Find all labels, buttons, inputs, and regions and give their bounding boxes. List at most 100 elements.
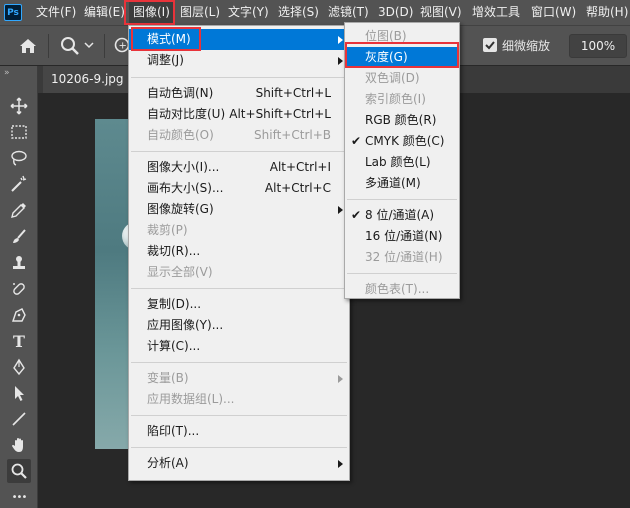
submenu-item-label: 多通道(M): [365, 176, 421, 190]
magic-wand-icon[interactable]: [7, 172, 31, 196]
menu-0[interactable]: 文件(F): [36, 0, 76, 25]
mode-submenu-item: 颜色表(T)...: [345, 279, 459, 300]
menu-9[interactable]: 增效工具: [472, 0, 520, 25]
home-icon[interactable]: [18, 36, 38, 56]
menu-item-shortcut: Shift+Ctrl+L: [255, 86, 331, 100]
menu-item-label: 自动颜色(O): [147, 128, 214, 142]
mode-submenu-item[interactable]: 16 位/通道(N): [345, 226, 459, 247]
scrubby-zoom-checkbox[interactable]: [483, 38, 497, 52]
menu-item-label: 自动色调(N): [147, 86, 214, 100]
image-menu-item[interactable]: 调整(J): [129, 50, 349, 71]
menu-item-label: 裁剪(P): [147, 223, 188, 237]
tools-panel: » T •••: [0, 66, 38, 508]
lasso-tool-icon[interactable]: [7, 146, 31, 170]
image-menu-item[interactable]: 图像旋转(G): [129, 199, 349, 220]
image-menu-item[interactable]: 图像大小(I)... Alt+Ctrl+I: [129, 157, 349, 178]
menu-separator: [131, 151, 347, 152]
submenu-arrow-icon: [338, 460, 343, 468]
mode-submenu-item[interactable]: ✔ CMYK 颜色(C): [345, 131, 459, 152]
zoom-tool-preset-icon[interactable]: [60, 36, 80, 56]
collapse-panel-icon[interactable]: »: [4, 68, 10, 78]
menu-5[interactable]: 选择(S): [278, 0, 319, 25]
menu-item-label: 应用图像(Y)...: [147, 318, 224, 332]
eyedropper-icon[interactable]: [7, 198, 31, 222]
submenu-item-label: 16 位/通道(N): [365, 229, 443, 243]
submenu-item-label: 8 位/通道(A): [365, 208, 435, 222]
image-menu-item[interactable]: 裁切(R)...: [129, 241, 349, 262]
menu-item-label: 自动对比度(U): [147, 107, 226, 121]
image-menu-item: 显示全部(V): [129, 262, 349, 283]
menu-3[interactable]: 图层(L): [180, 0, 220, 25]
marquee-tool-icon[interactable]: [7, 120, 31, 144]
chevron-down-icon[interactable]: [84, 40, 94, 50]
menu-1[interactable]: 编辑(E): [84, 0, 125, 25]
menu-item-label: 调整(J): [147, 53, 184, 67]
image-menu-item[interactable]: 计算(C)...: [129, 336, 349, 357]
hand-tool-icon[interactable]: [7, 433, 31, 457]
move-tool-icon[interactable]: [7, 94, 31, 118]
healing-icon[interactable]: [7, 277, 31, 301]
mode-submenu-item[interactable]: ✔ 8 位/通道(A): [345, 205, 459, 226]
mode-submenu-item: 双色调(D): [345, 68, 459, 89]
menu-separator: [131, 362, 347, 363]
image-menu-item[interactable]: 分析(A): [129, 453, 349, 474]
line-tool-icon[interactable]: [7, 407, 31, 431]
menu-separator: [131, 288, 347, 289]
menu-4[interactable]: 文字(Y): [228, 0, 269, 25]
menu-item-label: 分析(A): [147, 456, 189, 470]
zoom-in-icon[interactable]: +: [113, 36, 129, 56]
menu-item-label: 显示全部(V): [147, 265, 213, 279]
brush-icon[interactable]: [7, 225, 31, 249]
menu-11[interactable]: 帮助(H): [586, 0, 628, 25]
mode-submenu-item[interactable]: Lab 颜色(L): [345, 152, 459, 173]
mode-submenu-item[interactable]: 多通道(M): [345, 173, 459, 194]
type-tool-icon[interactable]: T: [7, 329, 31, 353]
image-menu-item[interactable]: 自动对比度(U) Alt+Shift+Ctrl+L: [129, 104, 349, 125]
menu-item-label: 复制(D)...: [147, 297, 202, 311]
submenu-arrow-icon: [338, 206, 343, 214]
image-menu-item[interactable]: 画布大小(S)... Alt+Ctrl+C: [129, 178, 349, 199]
image-menu-item[interactable]: 自动色调(N) Shift+Ctrl+L: [129, 83, 349, 104]
zoom-tool-icon[interactable]: [7, 459, 31, 483]
menu-item-label: 陷印(T)...: [147, 424, 200, 438]
image-menu-item: 变量(B): [129, 368, 349, 389]
submenu-separator: [347, 199, 457, 200]
submenu-item-label: 位图(B): [365, 29, 407, 43]
image-menu-item: 自动颜色(O) Shift+Ctrl+B: [129, 125, 349, 146]
menu-item-label: 图像旋转(G): [147, 202, 214, 216]
menu-separator: [131, 77, 347, 78]
menu-item-label: 裁切(R)...: [147, 244, 201, 258]
image-menu-item[interactable]: 复制(D)...: [129, 294, 349, 315]
menu-item-label: 变量(B): [147, 371, 189, 385]
photoshop-logo-icon[interactable]: Ps: [4, 4, 22, 21]
menu-item-label: 图像大小(I)...: [147, 160, 220, 174]
menu-item-shortcut: Alt+Ctrl+I: [269, 160, 331, 174]
image-menu-item[interactable]: 应用图像(Y)...: [129, 315, 349, 336]
highlight-box-mode-item: [131, 27, 201, 51]
more-glyph: •••: [11, 491, 28, 503]
menu-bar: Ps 文件(F) 编辑(E) 图像(I) 图层(L) 文字(Y) 选择(S) 滤镜(T) 3D…: [0, 0, 630, 25]
submenu-arrow-icon: [338, 57, 343, 65]
image-menu-item: 裁剪(P): [129, 220, 349, 241]
mode-submenu: 位图(B) 灰度(G) 双色调(D) 索引颜色(I) RGB 颜色(R) ✔ CMYK 颜色…: [344, 22, 460, 299]
highlight-box-grayscale-item: [345, 42, 459, 68]
more-tools-icon[interactable]: •••: [7, 485, 31, 508]
zoom-in-symbol: +: [119, 41, 127, 52]
menu-10[interactable]: 窗口(W): [531, 0, 576, 25]
path-select-icon[interactable]: [7, 381, 31, 405]
submenu-item-label: 颜色表(T)...: [365, 282, 430, 296]
menu-item-shortcut: Alt+Ctrl+C: [264, 181, 331, 195]
checkmark-icon: ✔: [351, 134, 362, 148]
menu-item-label: 应用数据组(L)...: [147, 392, 235, 406]
mode-submenu-item: 32 位/通道(H): [345, 247, 459, 268]
menu-separator: [131, 415, 347, 416]
menu-item-label: 画布大小(S)...: [147, 181, 224, 195]
mode-submenu-item[interactable]: RGB 颜色(R): [345, 110, 459, 131]
stamp-icon[interactable]: [7, 251, 31, 275]
pen-icon[interactable]: [7, 355, 31, 379]
image-menu-item[interactable]: 陷印(T)...: [129, 421, 349, 442]
checkmark-icon: ✔: [351, 208, 362, 222]
options-separator: [104, 34, 105, 58]
zoom-percentage-field[interactable]: 100%: [569, 34, 627, 58]
pen-tool-icon[interactable]: [7, 303, 31, 327]
